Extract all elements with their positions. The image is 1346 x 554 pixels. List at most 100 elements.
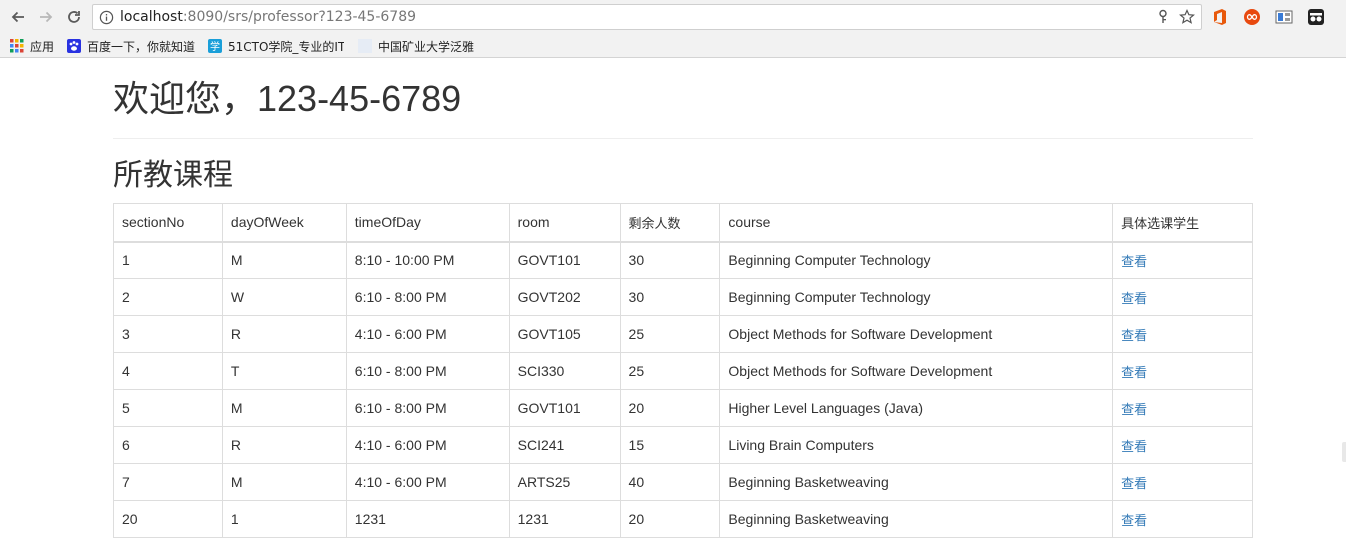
info-icon[interactable] [99, 10, 114, 25]
cell-remaining: 40 [619, 463, 721, 501]
cell-sectionno: 4 [113, 352, 223, 390]
cell-dayofweek: M [221, 463, 347, 501]
address-url[interactable]: localhost:8090/srs/professor?123-45-6789 [120, 9, 416, 26]
cell-remaining: 20 [619, 389, 721, 427]
cell-sectionno: 6 [113, 426, 223, 464]
key-icon[interactable] [1155, 9, 1171, 25]
cell-timeofday: 4:10 - 6:00 PM [345, 463, 510, 501]
blank-favicon-icon [358, 39, 372, 53]
cell-room: 1231 [508, 500, 621, 538]
bookmark-label: 应用 [30, 39, 55, 54]
cell-sectionno: 7 [113, 463, 223, 501]
cell-timeofday: 1231 [345, 500, 510, 538]
cell-remaining: 15 [619, 426, 721, 464]
cell-room: GOVT101 [508, 389, 621, 427]
view-students-link[interactable]: 查看 [1121, 403, 1147, 418]
cell-room: SCI241 [508, 426, 621, 464]
bookmark-label: 中国矿业大学泛雅 [378, 39, 475, 54]
table-row: 6 R 4:10 - 6:00 PM SCI241 15 Living Brai… [113, 426, 1253, 464]
svg-text:学: 学 [210, 40, 220, 53]
courses-table: sectionNo dayOfWeek timeOfDay room 剩余人数 … [113, 203, 1253, 538]
back-button[interactable] [7, 6, 29, 28]
table-header-row: sectionNo dayOfWeek timeOfDay room 剩余人数 … [113, 203, 1253, 243]
cell-dayofweek: M [221, 241, 347, 279]
baidu-paw-icon [67, 39, 81, 53]
col-header-sectionno: sectionNo [113, 203, 223, 243]
cell-course: Object Methods for Software Development [719, 315, 1114, 353]
office-icon[interactable] [1211, 8, 1229, 26]
cell-course: Higher Level Languages (Java) [719, 389, 1114, 427]
cell-timeofday: 6:10 - 8:00 PM [345, 389, 510, 427]
cell-students: 查看 [1112, 315, 1253, 353]
cell-students: 查看 [1112, 278, 1253, 316]
cell-students: 查看 [1112, 352, 1253, 390]
cell-students: 查看 [1112, 241, 1253, 279]
cell-course: Beginning Basketweaving [719, 463, 1114, 501]
cell-remaining: 30 [619, 278, 721, 316]
table-row: 2 W 6:10 - 8:00 PM GOVT202 30 Beginning … [113, 278, 1253, 316]
reload-button[interactable] [63, 6, 85, 28]
forward-arrow-icon [40, 11, 53, 23]
cell-course: Beginning Computer Technology [719, 278, 1114, 316]
reload-icon [68, 11, 80, 23]
table-row: 4 T 6:10 - 8:00 PM SCI330 25 Object Meth… [113, 352, 1253, 390]
screenshot-extension-icon[interactable] [1275, 8, 1293, 26]
view-students-link[interactable]: 查看 [1121, 255, 1147, 270]
51cto-icon: 学 [208, 39, 222, 53]
table-row: 7 M 4:10 - 6:00 PM ARTS25 40 Beginning B… [113, 463, 1253, 501]
cell-timeofday: 8:10 - 10:00 PM [345, 241, 510, 279]
cell-dayofweek: 1 [221, 500, 347, 538]
address-bar[interactable]: localhost:8090/srs/professor?123-45-6789 [92, 4, 1202, 30]
cell-room: GOVT101 [508, 241, 621, 279]
col-header-timeofday: timeOfDay [345, 203, 510, 243]
bookmark-star-icon[interactable] [1179, 9, 1195, 25]
cell-course: Beginning Computer Technology [719, 241, 1114, 279]
cell-remaining: 25 [619, 315, 721, 353]
cell-sectionno: 5 [113, 389, 223, 427]
bookmark-51cto[interactable]: 学 51CTO学院_专业的IT [208, 37, 344, 55]
cell-timeofday: 6:10 - 8:00 PM [345, 352, 510, 390]
view-students-link[interactable]: 查看 [1121, 477, 1147, 492]
view-students-link[interactable]: 查看 [1121, 514, 1147, 529]
incognito-icon[interactable] [1307, 8, 1325, 26]
bookmark-label: 51CTO学院_专业的IT [228, 39, 344, 54]
bookmark-apps[interactable]: 应用 [10, 37, 54, 55]
col-header-students: 具体选课学生 [1112, 203, 1253, 243]
col-header-dayofweek: dayOfWeek [221, 203, 347, 243]
table-row: 20 1 1231 1231 20 Beginning Basketweavin… [113, 500, 1253, 538]
browser-toolbar: localhost:8090/srs/professor?123-45-6789 [0, 0, 1346, 34]
apps-grid-icon [10, 39, 24, 53]
cell-course: Living Brain Computers [719, 426, 1114, 464]
bookmark-label: 百度一下，你就知道 [87, 39, 196, 54]
infinity-extension-icon[interactable] [1243, 8, 1261, 26]
cell-timeofday: 6:10 - 8:00 PM [345, 278, 510, 316]
cell-dayofweek: W [221, 278, 347, 316]
col-header-room: room [508, 203, 621, 243]
view-students-link[interactable]: 查看 [1121, 366, 1147, 381]
cell-room: ARTS25 [508, 463, 621, 501]
cell-students: 查看 [1112, 426, 1253, 464]
bookmark-cumt[interactable]: 中国矿业大学泛雅 [358, 37, 474, 55]
view-students-link[interactable]: 查看 [1121, 329, 1147, 344]
cell-dayofweek: T [221, 352, 347, 390]
bookmark-baidu[interactable]: 百度一下，你就知道 [67, 37, 195, 55]
cell-sectionno: 1 [113, 241, 223, 279]
col-header-course: course [719, 203, 1114, 243]
cell-course: Beginning Basketweaving [719, 500, 1114, 538]
scrollbar-handle[interactable] [1342, 442, 1346, 462]
back-arrow-icon [11, 11, 24, 23]
url-host: localhost [120, 9, 183, 25]
cell-sectionno: 20 [113, 500, 223, 538]
cell-room: GOVT105 [508, 315, 621, 353]
divider [113, 138, 1253, 139]
cell-students: 查看 [1112, 500, 1253, 538]
cell-sectionno: 2 [113, 278, 223, 316]
view-students-link[interactable]: 查看 [1121, 440, 1147, 455]
table-row: 1 M 8:10 - 10:00 PM GOVT101 30 Beginning… [113, 241, 1253, 279]
cell-dayofweek: M [221, 389, 347, 427]
cell-timeofday: 4:10 - 6:00 PM [345, 426, 510, 464]
forward-button[interactable] [35, 6, 57, 28]
view-students-link[interactable]: 查看 [1121, 292, 1147, 307]
bookmarks-bar: 应用 百度一下，你就知道 学 51CTO学院_专业的IT 中国矿业大学泛雅 [0, 34, 1346, 58]
cell-students: 查看 [1112, 389, 1253, 427]
